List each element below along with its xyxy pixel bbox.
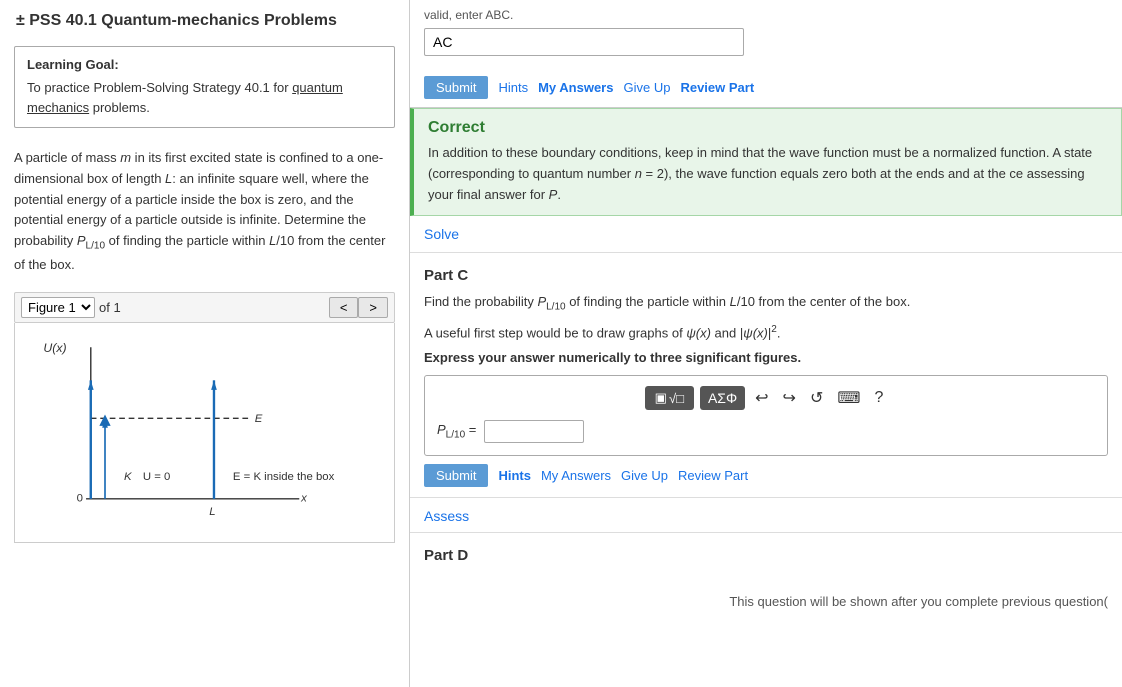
figure-select[interactable]: Figure 1 — [21, 297, 95, 318]
left-panel: ± PSS 40.1 Quantum-mechanics Problems Le… — [0, 0, 410, 687]
answer-box: ▣ √□ ΑΣΦ ↩ ↪ ↺ ⌨ ? PL/10 = — [424, 375, 1108, 456]
help-button[interactable]: ? — [870, 387, 887, 409]
symbol-button[interactable]: ΑΣΦ — [700, 386, 745, 410]
figure-prev-button[interactable]: < — [329, 297, 359, 318]
correct-banner: Correct In addition to these boundary co… — [410, 108, 1122, 216]
svg-text:E: E — [255, 413, 263, 425]
svg-text:U(x): U(x) — [43, 341, 66, 355]
redo-button[interactable]: ↪ — [779, 386, 800, 410]
part-d-section: Part D This question will be shown after… — [410, 533, 1122, 619]
top-hints-link[interactable]: Hints — [498, 80, 528, 95]
solve-link[interactable]: Solve — [410, 216, 1122, 253]
part-c-text1: Find the probability PL/10 of finding th… — [424, 292, 1108, 316]
part-d-title: Part D — [424, 547, 1108, 564]
problem-description: A particle of mass m in its first excite… — [0, 140, 409, 288]
svg-text:U = 0: U = 0 — [143, 470, 170, 482]
figure-svg: U(x) 0 x L E K U = 0 — [25, 333, 384, 532]
answer-row: PL/10 = — [437, 420, 1095, 443]
top-my-answers-link[interactable]: My Answers — [538, 80, 613, 95]
part-c-action-bar: Submit Hints My Answers Give Up Review P… — [424, 464, 1108, 487]
refresh-button[interactable]: ↺ — [806, 386, 827, 410]
figure-area: U(x) 0 x L E K U = 0 — [14, 323, 395, 543]
part-c-hints-link[interactable]: Hints — [498, 468, 531, 483]
part-c-text2: A useful first step would be to draw gra… — [424, 322, 1108, 344]
sqrt-icon: √□ — [669, 391, 684, 406]
matrix-icon: ▣ — [655, 390, 667, 406]
quantum-mechanics-link[interactable]: quantum mechanics — [27, 80, 343, 115]
figure-controls: Figure 1 of 1 < > — [14, 292, 395, 323]
top-give-up-link[interactable]: Give Up — [623, 80, 670, 95]
math-toolbar: ▣ √□ ΑΣΦ ↩ ↪ ↺ ⌨ ? — [437, 386, 1095, 410]
undo-button[interactable]: ↩ — [751, 386, 772, 410]
part-c-review-part-link[interactable]: Review Part — [678, 468, 748, 483]
svg-text:0: 0 — [77, 492, 83, 504]
top-input-area: valid, enter ABC. — [410, 0, 1122, 68]
part-c-instruction: Express your answer numerically to three… — [424, 350, 1108, 365]
learning-goal-text: To practice Problem-Solving Strategy 40.… — [27, 78, 382, 117]
part-c-give-up-link[interactable]: Give Up — [621, 468, 668, 483]
top-answer-input[interactable] — [424, 28, 744, 56]
problem-title: ± PSS 40.1 Quantum-mechanics Problems — [0, 0, 409, 38]
correct-text: In addition to these boundary conditions… — [428, 143, 1107, 205]
svg-text:x: x — [300, 492, 308, 504]
learning-goal-heading: Learning Goal: — [27, 57, 382, 72]
top-submit-button[interactable]: Submit — [424, 76, 488, 99]
svg-text:L: L — [209, 506, 215, 518]
part-d-message: This question will be shown after you co… — [424, 594, 1108, 609]
svg-text:E = K inside the box: E = K inside the box — [233, 470, 335, 482]
answer-label: PL/10 = — [437, 422, 476, 441]
figure-of-label: of 1 — [99, 300, 121, 315]
keyboard-button[interactable]: ⌨ — [833, 386, 864, 410]
part-c-my-answers-link[interactable]: My Answers — [541, 468, 611, 483]
part-c-submit-button[interactable]: Submit — [424, 464, 488, 487]
matrix-button[interactable]: ▣ √□ — [645, 386, 694, 410]
svg-text:K: K — [124, 470, 132, 482]
correct-title: Correct — [428, 119, 1107, 137]
top-action-bar: Submit Hints My Answers Give Up Review P… — [410, 68, 1122, 108]
hint-text: valid, enter ABC. — [424, 8, 1108, 22]
assess-link[interactable]: Assess — [410, 498, 1122, 533]
top-review-part-link[interactable]: Review Part — [680, 80, 754, 95]
part-c-answer-input[interactable] — [484, 420, 584, 443]
part-c-section: Part C Find the probability PL/10 of fin… — [410, 253, 1122, 498]
right-panel: valid, enter ABC. Submit Hints My Answer… — [410, 0, 1122, 687]
figure-next-button[interactable]: > — [358, 297, 388, 318]
learning-goal-box: Learning Goal: To practice Problem-Solvi… — [14, 46, 395, 128]
part-c-title: Part C — [424, 267, 1108, 284]
